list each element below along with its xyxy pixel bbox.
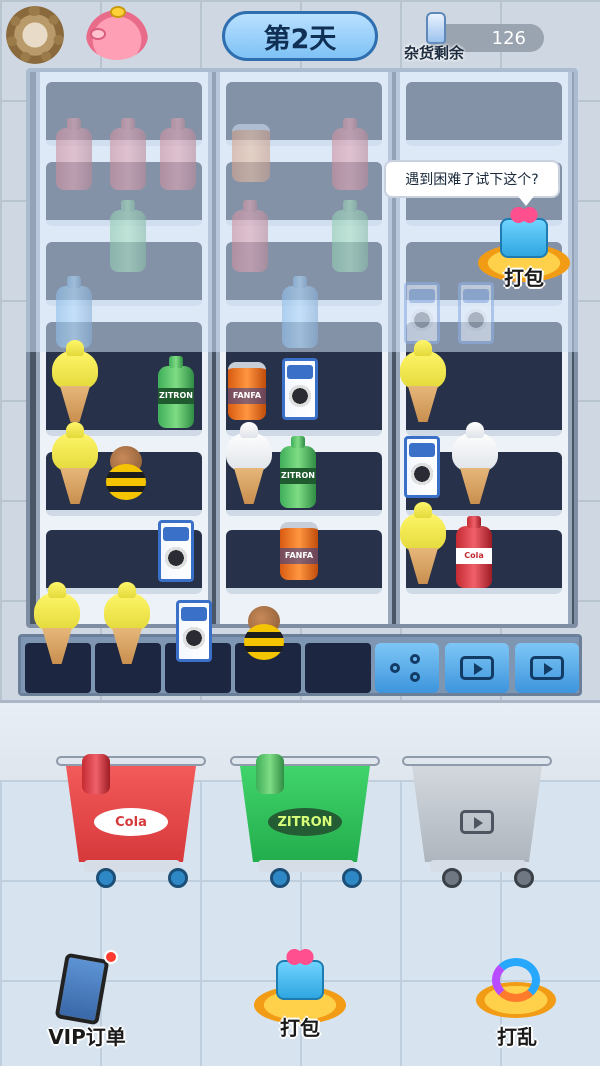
shuffle-label: 打乱 xyxy=(497,1025,537,1049)
tray-slot xyxy=(305,643,371,693)
gift-bow xyxy=(510,204,538,226)
video-ad-button[interactable] xyxy=(515,643,579,693)
cart-logo: ZITRON xyxy=(268,808,342,836)
bottle-label: ZITRON xyxy=(280,468,316,484)
ice-cream-cone-yellow[interactable] xyxy=(52,422,98,504)
scoop xyxy=(400,502,446,552)
coin-icon xyxy=(110,6,126,18)
tray-oreo-milk-carton xyxy=(176,600,212,662)
bottle-label: Cola xyxy=(456,548,492,564)
ice-cream-cone-white[interactable] xyxy=(452,422,498,504)
bee-body xyxy=(106,464,146,500)
cart-handle xyxy=(56,756,206,766)
scoop xyxy=(452,422,498,472)
fanfa-can[interactable]: FANFA xyxy=(280,522,318,580)
cart-logo: Cola xyxy=(94,808,168,836)
cart-wheel xyxy=(342,868,362,888)
cart-handle xyxy=(402,756,552,766)
pack-button[interactable]: 打包 xyxy=(254,946,346,1046)
cart-wheel xyxy=(442,868,462,888)
stock-count: 126 xyxy=(491,28,526,49)
cart-locked[interactable] xyxy=(402,746,552,894)
cart-wheel xyxy=(96,868,116,888)
scoop xyxy=(226,422,272,472)
waffle-cone xyxy=(460,468,490,504)
scoop xyxy=(34,582,80,632)
gear-icon[interactable] xyxy=(6,6,64,64)
ice-cream-cone-white[interactable] xyxy=(226,422,272,504)
cart-zitron[interactable]: ZITRON xyxy=(230,746,380,894)
waffle-cone xyxy=(112,628,142,664)
cart-wheel xyxy=(270,868,290,888)
cart-logo xyxy=(440,808,514,836)
ice-cream-cone-yellow[interactable] xyxy=(52,340,98,422)
scoop xyxy=(52,340,98,390)
scoop xyxy=(104,582,150,632)
zitron-bottle[interactable]: ZITRON xyxy=(158,356,194,428)
pack-hint-label: 打包 xyxy=(504,266,544,290)
piggy-bank-icon[interactable] xyxy=(86,6,148,60)
oreo-milk-carton[interactable] xyxy=(158,520,194,582)
shuffle-arrows xyxy=(492,958,540,1002)
zitron-bottle[interactable]: ZITRON xyxy=(280,436,316,508)
scoop xyxy=(400,340,446,390)
share-button[interactable] xyxy=(375,643,439,693)
collection-tray xyxy=(18,634,582,696)
milk-bottle-icon xyxy=(426,12,446,44)
bee-body xyxy=(244,624,284,660)
waffle-cone xyxy=(60,386,90,422)
oreo-milk-carton[interactable] xyxy=(282,358,318,420)
cart-cola-bottle xyxy=(82,754,110,794)
tray-ice-cream-cone-yellow xyxy=(104,582,150,664)
video-icon xyxy=(460,656,494,680)
phone-icon xyxy=(54,952,110,1026)
bottle-label: ZITRON xyxy=(158,388,194,404)
video-icon xyxy=(460,810,494,834)
cola-bottle[interactable]: Cola xyxy=(456,516,492,588)
cart-cola[interactable]: Cola xyxy=(56,746,206,894)
ice-cream-cone-yellow[interactable] xyxy=(400,502,446,584)
ice-cream-cone-yellow[interactable] xyxy=(400,340,446,422)
tray-bee-plush xyxy=(242,606,286,660)
pack-label: 打包 xyxy=(280,1016,320,1040)
piggy-snout xyxy=(90,28,106,40)
waffle-cone xyxy=(408,386,438,422)
waffle-cone xyxy=(60,468,90,504)
cart-handle xyxy=(230,756,380,766)
stock-label: 杂货剩余 xyxy=(404,44,465,62)
bee-plush[interactable] xyxy=(104,446,148,500)
cart-wheel xyxy=(514,868,534,888)
tray-ice-cream-cone-yellow xyxy=(34,582,80,664)
can-label: FANFA xyxy=(228,388,266,404)
shuffle-button[interactable]: 打乱 xyxy=(462,950,572,1050)
notification-dot xyxy=(104,950,118,964)
vip-order-button[interactable]: VIP订单 xyxy=(32,950,142,1050)
scoop xyxy=(52,422,98,472)
hint-bubble: 遇到困难了试下这个? xyxy=(384,160,560,206)
vip-order-label: VIP订单 xyxy=(48,1025,126,1049)
cart-zitron-bottle xyxy=(256,754,284,794)
share-icon xyxy=(390,654,424,682)
waffle-cone xyxy=(234,468,264,504)
waffle-cone xyxy=(42,628,72,664)
cart-wheel xyxy=(168,868,188,888)
day-indicator: 第2天 xyxy=(222,11,378,61)
fanfa-can[interactable]: FANFA xyxy=(228,362,266,420)
top-bar: 第2天 126 杂货剩余 xyxy=(0,0,600,70)
stock-counter: 126 杂货剩余 xyxy=(404,12,544,62)
can-label: FANFA xyxy=(280,548,318,564)
shuffle-icon xyxy=(476,958,556,1022)
pack-hint-button[interactable]: 打包 xyxy=(478,204,570,290)
waffle-cone xyxy=(408,548,438,584)
oreo-milk-carton[interactable] xyxy=(404,436,440,498)
video-ad-button[interactable] xyxy=(445,643,509,693)
video-icon xyxy=(530,656,564,680)
gift-bow xyxy=(286,946,314,968)
